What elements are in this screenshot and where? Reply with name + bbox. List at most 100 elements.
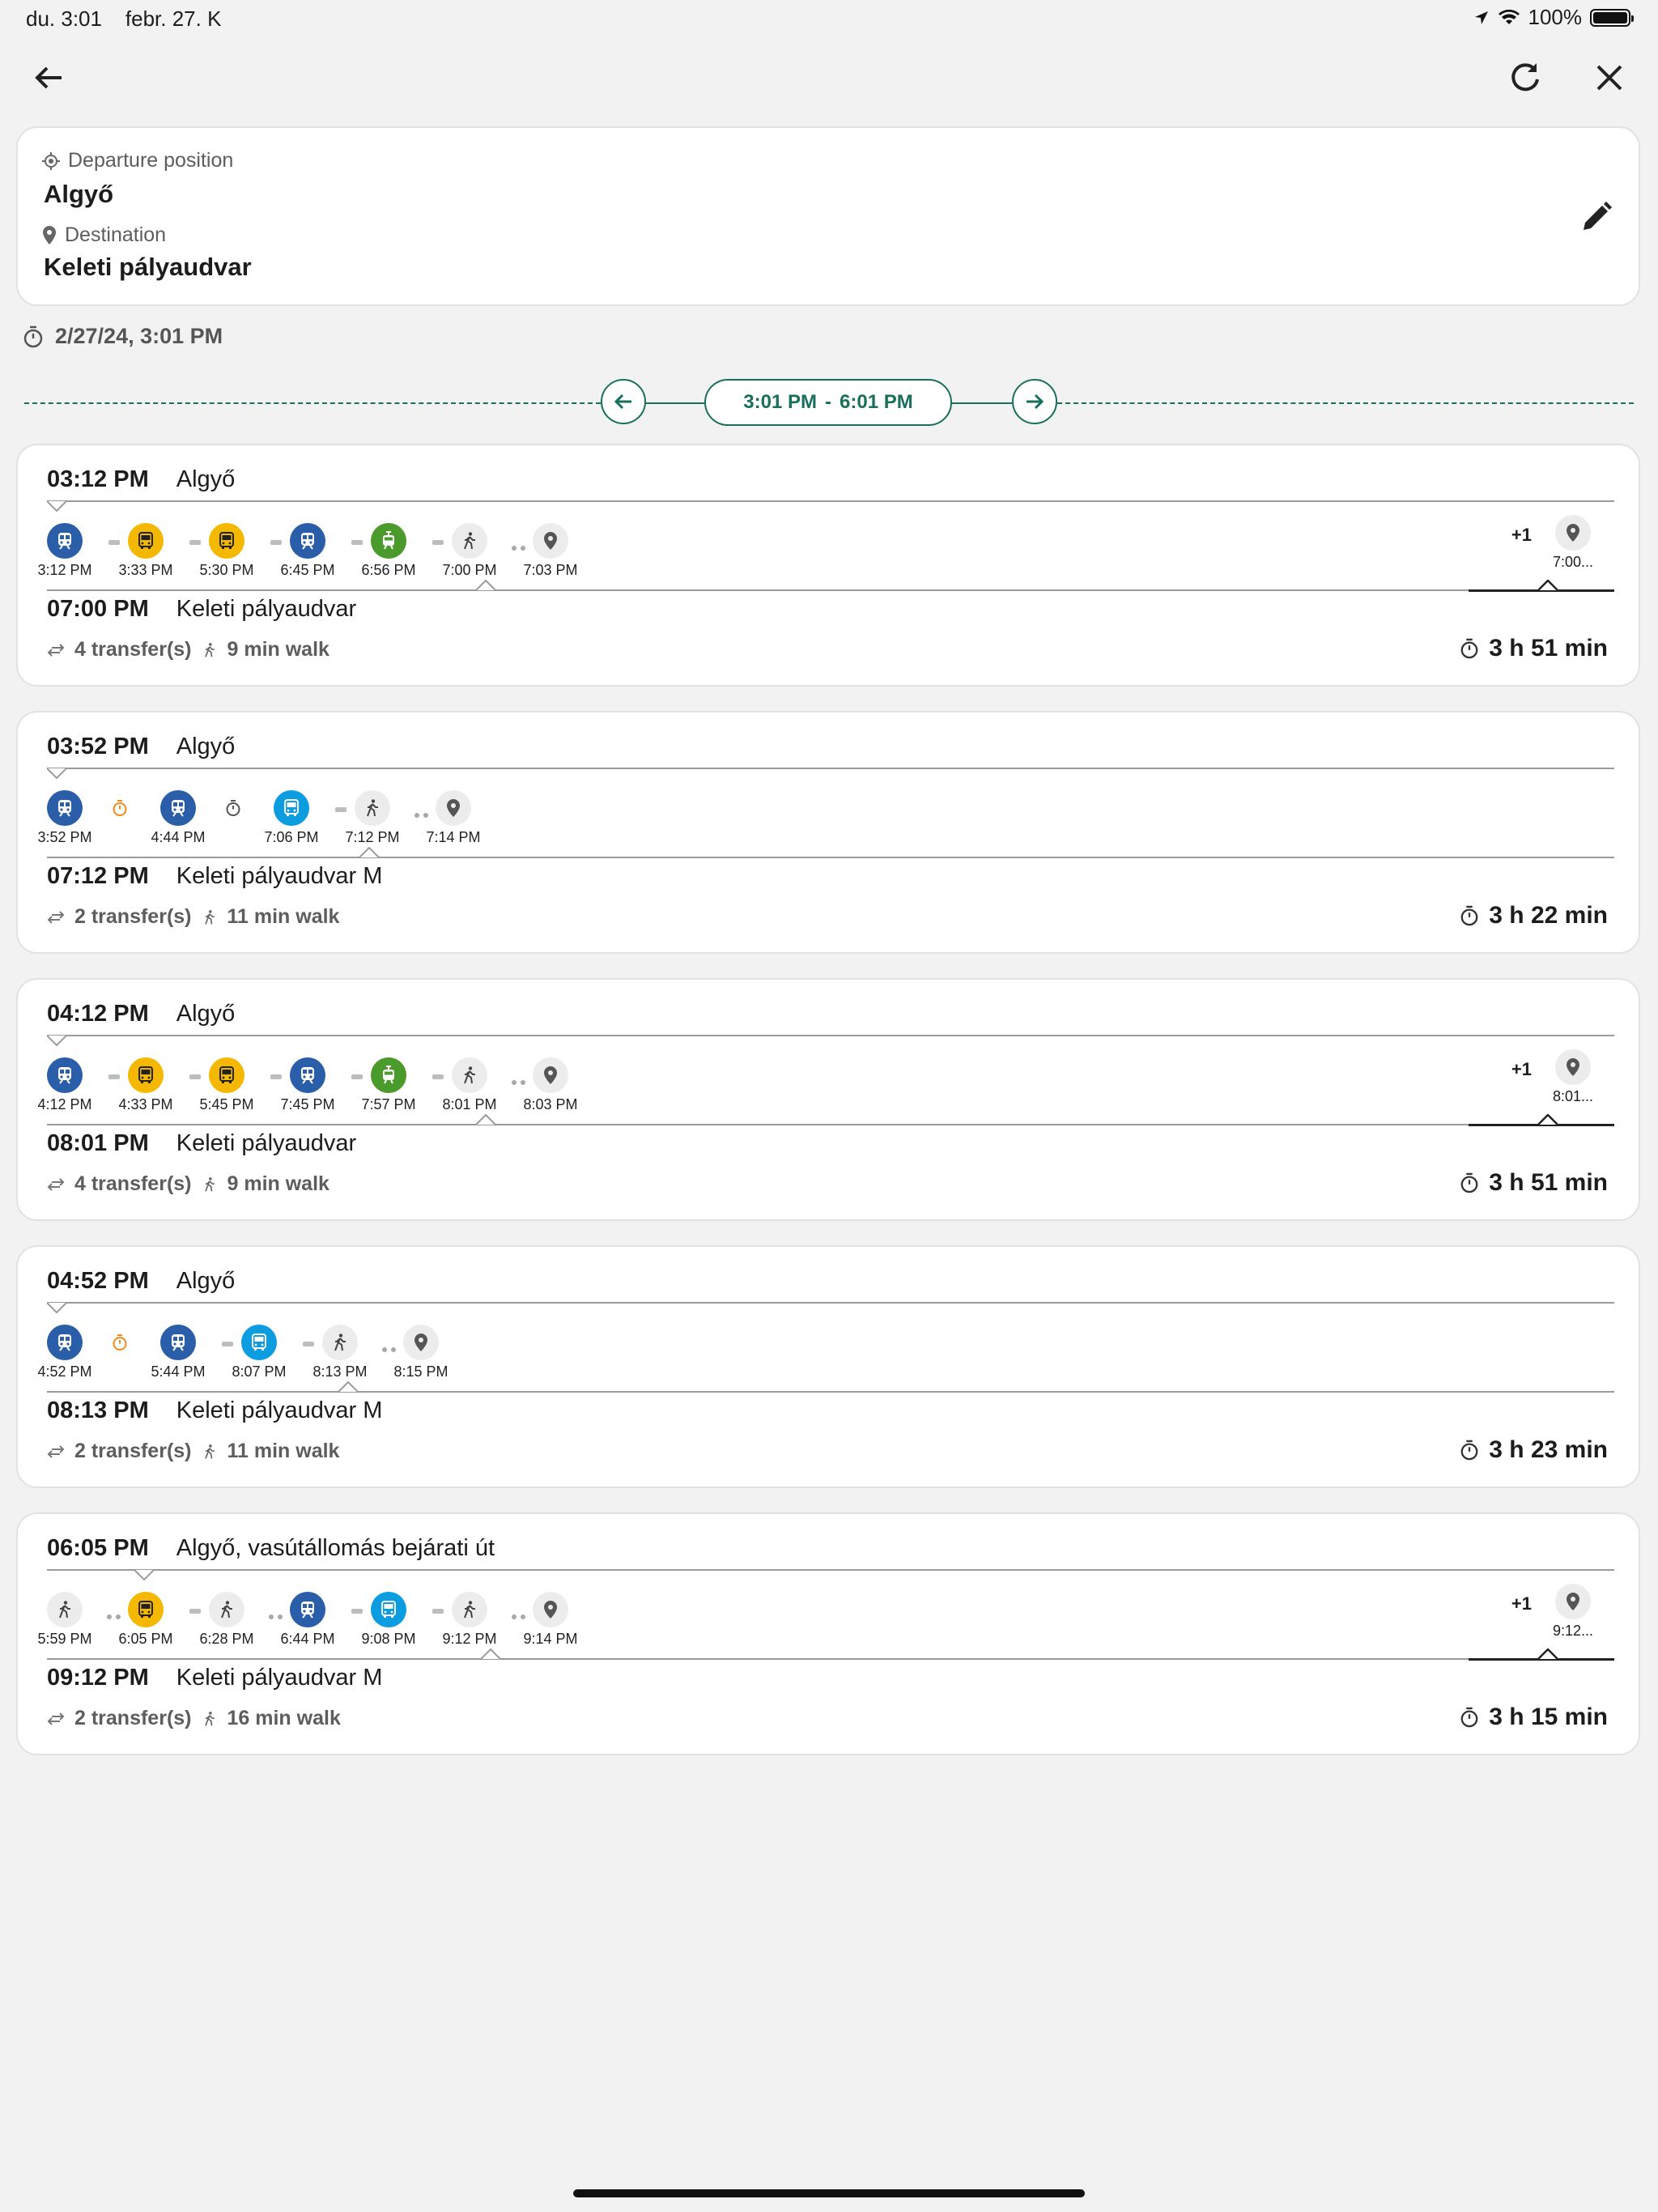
transfer-icon <box>47 1444 65 1458</box>
wait-leg <box>104 790 136 820</box>
leg-bus[interactable]: 4:33 PM <box>113 1057 178 1113</box>
edit-button[interactable] <box>1577 198 1616 236</box>
pin-icon <box>1567 1058 1579 1076</box>
leg-destination[interactable]: 7:03 PM <box>518 523 583 579</box>
leg-tram[interactable]: 7:57 PM <box>356 1057 421 1113</box>
divider-bottom <box>47 1658 1614 1660</box>
leg-bus[interactable]: 9:08 PM <box>356 1592 421 1648</box>
route-card[interactable]: 03:12 PM Algyő 3:12 PM 3:33 PM 5:30 PM 6:45 P… <box>16 444 1640 687</box>
divider-bottom <box>47 857 1614 858</box>
leg-bus[interactable]: 3:33 PM <box>113 523 178 579</box>
leg-bus[interactable]: 6:05 PM <box>113 1592 178 1648</box>
route-duration: 3 h 15 min <box>1460 1704 1608 1731</box>
leg-time: 7:45 PM <box>280 1096 335 1112</box>
leg-walk[interactable]: 8:13 PM <box>308 1325 372 1380</box>
route-card[interactable]: 06:05 PM Algyő, vasútállomás bejárati út 5… <box>16 1512 1640 1755</box>
leg-time: 5:45 PM <box>199 1096 254 1112</box>
leg-train[interactable]: 4:44 PM <box>146 790 210 846</box>
home-indicator[interactable] <box>573 2189 1085 2197</box>
route-card[interactable]: 03:52 PM Algyő 3:52 PM 4:44 PM 7:06 PM 7:12 P… <box>16 711 1640 954</box>
timeline-notch <box>134 1570 154 1581</box>
stopwatch-icon-wrap <box>108 796 132 820</box>
destination-badge <box>1555 1049 1591 1085</box>
divider-top <box>47 1302 1614 1304</box>
pin-icon <box>544 1601 557 1619</box>
leg-time: 4:52 PM <box>37 1363 92 1380</box>
train-badge <box>47 1057 83 1093</box>
leg-destination[interactable]: 9:14 PM <box>518 1592 583 1648</box>
train-badge <box>160 790 196 826</box>
arrival-place: Keleti pályaudvar <box>176 596 357 622</box>
walk-icon <box>464 1601 475 1619</box>
leg-train[interactable]: 7:45 PM <box>275 1057 340 1113</box>
train-badge <box>290 1057 325 1093</box>
leg-train[interactable]: 3:52 PM <box>32 790 97 846</box>
leg-time: 8:15 PM <box>393 1363 449 1380</box>
bus-icon <box>138 1601 153 1618</box>
later-button[interactable] <box>1012 379 1057 424</box>
divider-bottom <box>47 1124 1614 1125</box>
leg-time: 5:44 PM <box>151 1363 206 1380</box>
timer-icon <box>1460 1707 1478 1728</box>
walk-badge <box>452 523 487 559</box>
end-time: 8:01... <box>1552 1088 1594 1104</box>
route-card[interactable]: 04:12 PM Algyő 4:12 PM 4:33 PM 5:45 PM 7:45 P… <box>16 978 1640 1221</box>
arrival-time: 07:00 PM <box>47 596 149 622</box>
leg-train[interactable]: 6:45 PM <box>275 523 340 579</box>
close-button[interactable] <box>1584 52 1635 104</box>
departure-label-row: Departure position <box>42 149 233 172</box>
refresh-button[interactable] <box>1499 52 1551 104</box>
leg-bus[interactable]: 7:06 PM <box>259 790 324 846</box>
leg-train[interactable]: 5:44 PM <box>146 1325 210 1380</box>
timeline-dash-left <box>24 402 601 404</box>
leg-walk[interactable]: 5:59 PM <box>32 1592 97 1648</box>
status-time: du. 3:01 <box>26 6 102 31</box>
leg-train[interactable]: 6:44 PM <box>275 1592 340 1648</box>
back-button[interactable] <box>23 52 74 104</box>
route-arrival: 08:01 PM Keleti pályaudvar <box>47 1130 356 1157</box>
bus-badge <box>209 1057 244 1093</box>
leg-walk[interactable]: 9:12 PM <box>437 1592 502 1648</box>
search-datetime[interactable]: 2/27/24, 3:01 PM <box>23 324 223 349</box>
route-card[interactable]: 04:52 PM Algyő 4:52 PM 5:44 PM 8:07 PM 8:13 P… <box>16 1245 1640 1488</box>
leg-time: 7:03 PM <box>523 562 578 578</box>
arrival-time: 07:12 PM <box>47 863 149 889</box>
stopwatch-icon-wrap <box>108 1330 132 1355</box>
timer-icon <box>1460 1172 1478 1193</box>
close-icon <box>1596 65 1622 91</box>
divider-top <box>47 1035 1614 1036</box>
route-departure: 04:12 PM Algyő <box>47 1001 235 1027</box>
walk-duration: 11 min walk <box>227 905 340 928</box>
train-badge <box>47 790 83 826</box>
leg-walk[interactable]: 7:12 PM <box>340 790 405 846</box>
leg-walk[interactable]: 8:01 PM <box>437 1057 502 1113</box>
train-badge <box>160 1325 196 1360</box>
transfer-icon <box>47 1177 65 1191</box>
time-range-pill[interactable]: 3:01 PM - 6:01 PM <box>704 379 952 426</box>
leg-train[interactable]: 4:52 PM <box>32 1325 97 1380</box>
leg-train[interactable]: 4:12 PM <box>32 1057 97 1113</box>
timeline-notch <box>47 1036 66 1047</box>
timeline-notch <box>47 501 66 513</box>
bus-badge <box>274 790 309 826</box>
leg-bus[interactable]: 5:45 PM <box>194 1057 259 1113</box>
transfer-count: 2 transfer(s) <box>74 1440 192 1462</box>
leg-destination[interactable]: 8:15 PM <box>389 1325 453 1380</box>
leg-destination[interactable]: 7:14 PM <box>421 790 486 846</box>
leg-destination[interactable]: 8:03 PM <box>518 1057 583 1113</box>
earlier-button[interactable] <box>601 379 646 424</box>
trip-summary-card[interactable]: Departure position Algyő Destination Kel… <box>16 126 1640 306</box>
leg-time: 7:00 PM <box>442 562 497 578</box>
leg-tram[interactable]: 6:56 PM <box>356 523 421 579</box>
train-badge <box>47 1325 83 1360</box>
bus-icon <box>219 1066 234 1083</box>
leg-walk[interactable]: 6:28 PM <box>194 1592 259 1648</box>
end-destination: 8:01... <box>1545 1049 1601 1105</box>
leg-time: 7:14 PM <box>426 829 481 845</box>
leg-bus[interactable]: 8:07 PM <box>227 1325 291 1380</box>
leg-train[interactable]: 3:12 PM <box>32 523 97 579</box>
leg-walk[interactable]: 7:00 PM <box>437 523 502 579</box>
transfer-count: 2 transfer(s) <box>74 905 192 928</box>
stopwatch-icon <box>113 800 127 816</box>
leg-bus[interactable]: 5:30 PM <box>194 523 259 579</box>
